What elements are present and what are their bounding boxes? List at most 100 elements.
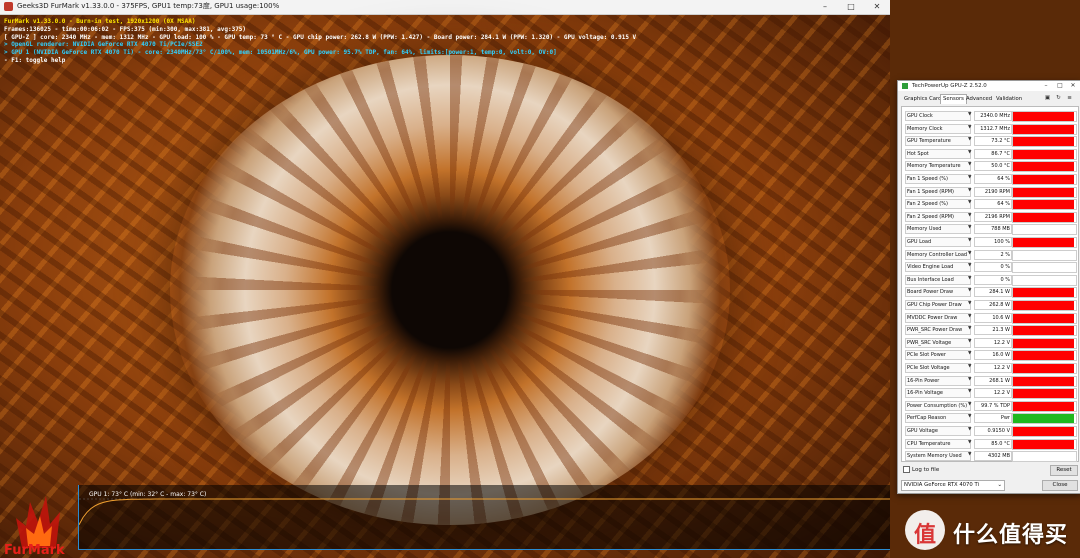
chevron-down-icon[interactable]: ▼ (968, 137, 973, 143)
sensor-name[interactable]: PWR_SRC Voltage (905, 337, 971, 348)
camera-icon[interactable]: ▣ (1044, 95, 1051, 101)
chevron-down-icon[interactable]: ▼ (968, 339, 973, 345)
sensor-name[interactable]: Board Power Draw (905, 287, 971, 298)
sensor-name[interactable]: PerfCap Reason (905, 413, 971, 424)
chevron-down-icon[interactable]: ▼ (968, 414, 973, 420)
furmark-titlebar[interactable]: Geeks3D FurMark v1.33.0.0 - 375FPS, GPU1… (0, 0, 890, 15)
minimize-button[interactable]: – (812, 0, 838, 14)
sensor-value: 64 % (974, 174, 1012, 184)
sensor-name[interactable]: Memory Controller Load (905, 249, 971, 260)
sensor-name[interactable]: Memory Clock (905, 123, 971, 134)
sensor-name[interactable]: 16-Pin Power (905, 375, 971, 386)
chevron-down-icon[interactable]: ▼ (968, 389, 973, 395)
sensor-name[interactable]: Video Engine Load (905, 262, 971, 273)
refresh-icon[interactable]: ↻ (1055, 95, 1062, 101)
chevron-down-icon[interactable]: ▼ (968, 402, 973, 408)
chevron-down-icon[interactable]: ▼ (968, 112, 973, 118)
gpuz-close-button[interactable]: ✕ (1067, 82, 1079, 89)
sensor-name[interactable]: Fan 2 Speed (RPM) (905, 211, 971, 222)
chevron-down-icon[interactable]: ▼ (968, 263, 973, 269)
sensor-name[interactable]: CPU Temperature (905, 438, 971, 449)
watermark-text: 什么值得买 (953, 523, 1069, 548)
sensor-name[interactable]: PCIe Slot Power (905, 350, 971, 361)
chevron-down-icon[interactable]: ▼ (968, 452, 973, 458)
sensor-name[interactable]: GPU Temperature (905, 136, 971, 147)
chevron-down-icon[interactable]: ▼ (968, 251, 973, 257)
sensor-value: 86.7 °C (974, 148, 1012, 159)
furmark-render-canvas[interactable] (0, 15, 890, 558)
chevron-down-icon[interactable]: ▼ (968, 288, 973, 294)
tab-graphics-card[interactable]: Graphics Card (902, 95, 943, 104)
chevron-down-icon[interactable]: ▼ (968, 351, 973, 357)
sensor-row: PWR_SRC Voltage ▼ 12.2 V (902, 336, 1078, 349)
close-button[interactable]: ✕ (864, 0, 890, 14)
chevron-down-icon[interactable]: ▼ (968, 364, 973, 370)
sensor-row: GPU Clock ▼ 2340.0 MHz (902, 109, 1078, 122)
sensor-row: 16-Pin Power ▼ 268.1 W (902, 374, 1078, 387)
sensor-name[interactable]: Bus Interface Load (905, 274, 971, 285)
gpuz-minimize-button[interactable]: – (1040, 82, 1052, 89)
sensor-row: PCIe Slot Power ▼ 16.0 W (902, 348, 1078, 362)
sensor-name[interactable]: PCIe Slot Voltage (905, 363, 971, 373)
chevron-down-icon[interactable]: ▼ (968, 377, 973, 383)
menu-icon[interactable]: ≡ (1066, 95, 1073, 101)
gpuz-maximize-button[interactable]: □ (1054, 82, 1066, 89)
chevron-down-icon[interactable]: ▼ (968, 175, 973, 181)
sensor-graph-fill (1013, 364, 1075, 373)
sensor-name[interactable]: MVDDC Power Draw (905, 312, 971, 323)
gpuz-tabs: Graphics Card Sensors Advanced Validatio… (902, 94, 1078, 104)
sensor-name[interactable]: 16-Pin Voltage (905, 388, 971, 399)
sensor-value: 16.0 W (974, 350, 1012, 361)
tab-advanced[interactable]: Advanced (964, 95, 994, 104)
chevron-down-icon[interactable]: ▼ (968, 238, 973, 244)
tab-validation[interactable]: Validation (994, 95, 1024, 104)
chevron-down-icon[interactable]: ▼ (968, 162, 973, 168)
chevron-down-icon[interactable]: ▼ (968, 326, 973, 332)
tab-sensors[interactable]: Sensors (940, 94, 967, 104)
sensor-name[interactable]: PWR_SRC Power Draw (905, 325, 971, 336)
chevron-down-icon[interactable]: ▼ (968, 200, 973, 206)
sensor-graph (1012, 300, 1077, 311)
chevron-down-icon[interactable]: ▼ (968, 314, 973, 320)
sensor-name[interactable]: System Memory Used (905, 451, 971, 462)
sensor-name[interactable]: Memory Temperature (905, 161, 971, 172)
chevron-down-icon[interactable]: ▼ (968, 225, 973, 231)
furmark-app-icon (4, 2, 13, 11)
chevron-down-icon[interactable]: ▼ (968, 440, 973, 446)
chevron-down-icon[interactable]: ▼ (968, 125, 973, 131)
checkbox-box[interactable] (903, 466, 910, 473)
maximize-button[interactable]: □ (838, 0, 864, 14)
sensor-graph (1012, 199, 1077, 211)
sensor-name[interactable]: Memory Used (905, 224, 971, 235)
chevron-down-icon[interactable]: ▼ (968, 150, 973, 156)
sensor-name[interactable]: GPU Chip Power Draw (905, 300, 971, 310)
sensor-name[interactable]: GPU Voltage (905, 426, 971, 436)
chevron-down-icon[interactable]: ▼ (968, 188, 973, 194)
sensor-name[interactable]: Fan 2 Speed (%) (905, 199, 971, 210)
sensor-graph-fill (1013, 351, 1075, 361)
sensor-name[interactable]: GPU Load (905, 237, 971, 247)
sensor-row: GPU Load ▼ 100 % (902, 235, 1078, 248)
sensor-name[interactable]: Fan 1 Speed (%) (905, 174, 971, 184)
sensor-value: 12.2 V (974, 337, 1012, 348)
gpu-select[interactable]: NVIDIA GeForce RTX 4070 Ti ⌄ (901, 480, 1005, 491)
sensor-row: CPU Temperature ▼ 85.0 °C (902, 437, 1078, 450)
close-button-gpuz[interactable]: Close (1042, 480, 1078, 491)
chevron-down-icon[interactable]: ▼ (968, 301, 973, 307)
gpuz-titlebar[interactable]: TechPowerUp GPU-Z 2.52.0 – □ ✕ (898, 81, 1080, 91)
sensor-name[interactable]: Fan 1 Speed (RPM) (905, 186, 971, 197)
log-to-file-label: Log to file (912, 467, 940, 473)
sensor-name[interactable]: GPU Clock (905, 111, 971, 121)
sensor-list[interactable]: GPU Clock ▼ 2340.0 MHz Memory Clock ▼ 1312.7 … (901, 106, 1079, 463)
reset-button[interactable]: Reset (1050, 465, 1078, 476)
sensor-name[interactable]: Hot Spot (905, 148, 971, 159)
chevron-down-icon[interactable]: ▼ (968, 276, 973, 282)
sensor-graph (1012, 161, 1077, 173)
log-to-file-checkbox[interactable]: Log to file (903, 466, 939, 473)
sensor-value: 21.3 W (974, 325, 1012, 336)
chevron-down-icon[interactable]: ▼ (968, 427, 973, 433)
sensor-name[interactable]: Power Consumption (%) (905, 400, 971, 411)
sensor-graph (1012, 186, 1077, 198)
sensor-graph (1012, 148, 1077, 160)
chevron-down-icon[interactable]: ▼ (968, 213, 973, 219)
